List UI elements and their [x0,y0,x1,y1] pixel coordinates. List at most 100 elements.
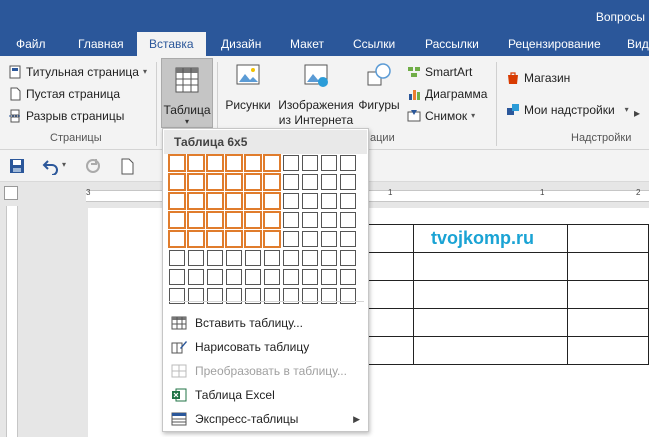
table-cell[interactable] [412,308,569,337]
grid-cell[interactable] [245,269,261,285]
grid-cell[interactable] [321,231,337,247]
grid-cell[interactable] [169,212,185,228]
grid-cell[interactable] [302,231,318,247]
grid-cell[interactable] [340,212,356,228]
grid-cell[interactable] [340,155,356,171]
grid-cell[interactable] [226,231,242,247]
grid-cell[interactable] [283,231,299,247]
grid-cell[interactable] [321,250,337,266]
grid-cell[interactable] [169,155,185,171]
grid-cell[interactable] [340,269,356,285]
store-button[interactable]: Магазин [506,68,570,88]
grid-cell[interactable] [226,193,242,209]
grid-cell[interactable] [321,212,337,228]
grid-cell[interactable] [188,155,204,171]
grid-cell[interactable] [302,250,318,266]
my-addins-button[interactable]: Мои надстройки ▾ [506,100,629,120]
grid-cell[interactable] [302,174,318,190]
grid-cell[interactable] [302,269,318,285]
grid-cell[interactable] [340,231,356,247]
table-button[interactable]: Таблица ▾ [161,58,213,128]
tab-insert[interactable]: Вставка [137,32,206,56]
insert-table-item[interactable]: Вставить таблицу... [167,312,366,334]
tab-references[interactable]: Ссылки [353,32,395,56]
grid-cell[interactable] [207,212,223,228]
grid-cell[interactable] [245,212,261,228]
table-cell[interactable] [412,280,569,309]
tab-home[interactable]: Главная [78,32,124,56]
table-cell[interactable] [412,252,569,281]
undo-icon[interactable] [42,157,60,175]
grid-cell[interactable] [207,155,223,171]
grid-cell[interactable] [226,269,242,285]
grid-cell[interactable] [321,269,337,285]
tab-layout[interactable]: Макет [290,32,324,56]
grid-cell[interactable] [207,269,223,285]
grid-cell[interactable] [188,193,204,209]
grid-cell[interactable] [340,174,356,190]
grid-cell[interactable] [226,174,242,190]
collapse-arrow-icon[interactable]: ▸ [634,106,640,120]
grid-cell[interactable] [302,212,318,228]
grid-cell[interactable] [283,250,299,266]
grid-cell[interactable] [283,174,299,190]
grid-cell[interactable] [188,250,204,266]
grid-cell[interactable] [207,174,223,190]
grid-cell[interactable] [245,231,261,247]
table-cell[interactable] [567,224,649,253]
chart-button[interactable]: Диаграмма [407,84,487,104]
table-cell[interactable] [567,252,649,281]
grid-cell[interactable] [283,155,299,171]
grid-cell[interactable] [264,193,280,209]
online-pictures-button[interactable]: Изображения из Интернета [276,60,356,128]
tab-file[interactable]: Файл [16,32,46,56]
grid-cell[interactable] [245,155,261,171]
grid-cell[interactable] [264,212,280,228]
grid-cell[interactable] [264,250,280,266]
grid-cell[interactable] [283,193,299,209]
grid-cell[interactable] [340,250,356,266]
grid-cell[interactable] [188,174,204,190]
grid-cell[interactable] [169,193,185,209]
grid-cell[interactable] [321,193,337,209]
grid-cell[interactable] [207,250,223,266]
grid-cell[interactable] [245,250,261,266]
grid-cell[interactable] [169,174,185,190]
grid-cell[interactable] [207,231,223,247]
shapes-button[interactable]: Фигуры [354,60,404,113]
pictures-button[interactable]: Рисунки [222,60,274,113]
grid-cell[interactable] [264,155,280,171]
grid-cell[interactable] [245,174,261,190]
grid-cell[interactable] [283,212,299,228]
grid-cell[interactable] [245,193,261,209]
table-cell[interactable] [567,336,649,365]
grid-cell[interactable] [264,174,280,190]
grid-cell[interactable] [340,193,356,209]
grid-cell[interactable] [321,174,337,190]
grid-cell[interactable] [302,155,318,171]
tab-selector[interactable] [4,186,18,200]
grid-cell[interactable] [188,231,204,247]
grid-cell[interactable] [264,231,280,247]
grid-cell[interactable] [169,250,185,266]
excel-table-item[interactable]: Таблица Excel [167,384,366,406]
grid-cell[interactable] [283,269,299,285]
grid-cell[interactable] [169,231,185,247]
save-icon[interactable] [8,157,26,175]
screenshot-button[interactable]: Снимок ▾ [407,106,475,126]
grid-cell[interactable] [226,155,242,171]
grid-cell[interactable] [302,193,318,209]
blank-page-button[interactable]: Пустая страница [8,84,120,104]
grid-cell[interactable] [321,155,337,171]
grid-cell[interactable] [264,269,280,285]
tab-view[interactable]: Вид [627,32,649,56]
quick-tables-item[interactable]: Экспресс-таблицы ▶ [167,408,366,430]
table-cell[interactable] [412,336,569,365]
tab-mailings[interactable]: Рассылки [425,32,479,56]
grid-cell[interactable] [169,269,185,285]
table-cell[interactable] [567,280,649,309]
tab-design[interactable]: Дизайн [221,32,261,56]
new-document-icon[interactable] [118,157,136,175]
table-cell[interactable] [567,308,649,337]
grid-cell[interactable] [188,269,204,285]
